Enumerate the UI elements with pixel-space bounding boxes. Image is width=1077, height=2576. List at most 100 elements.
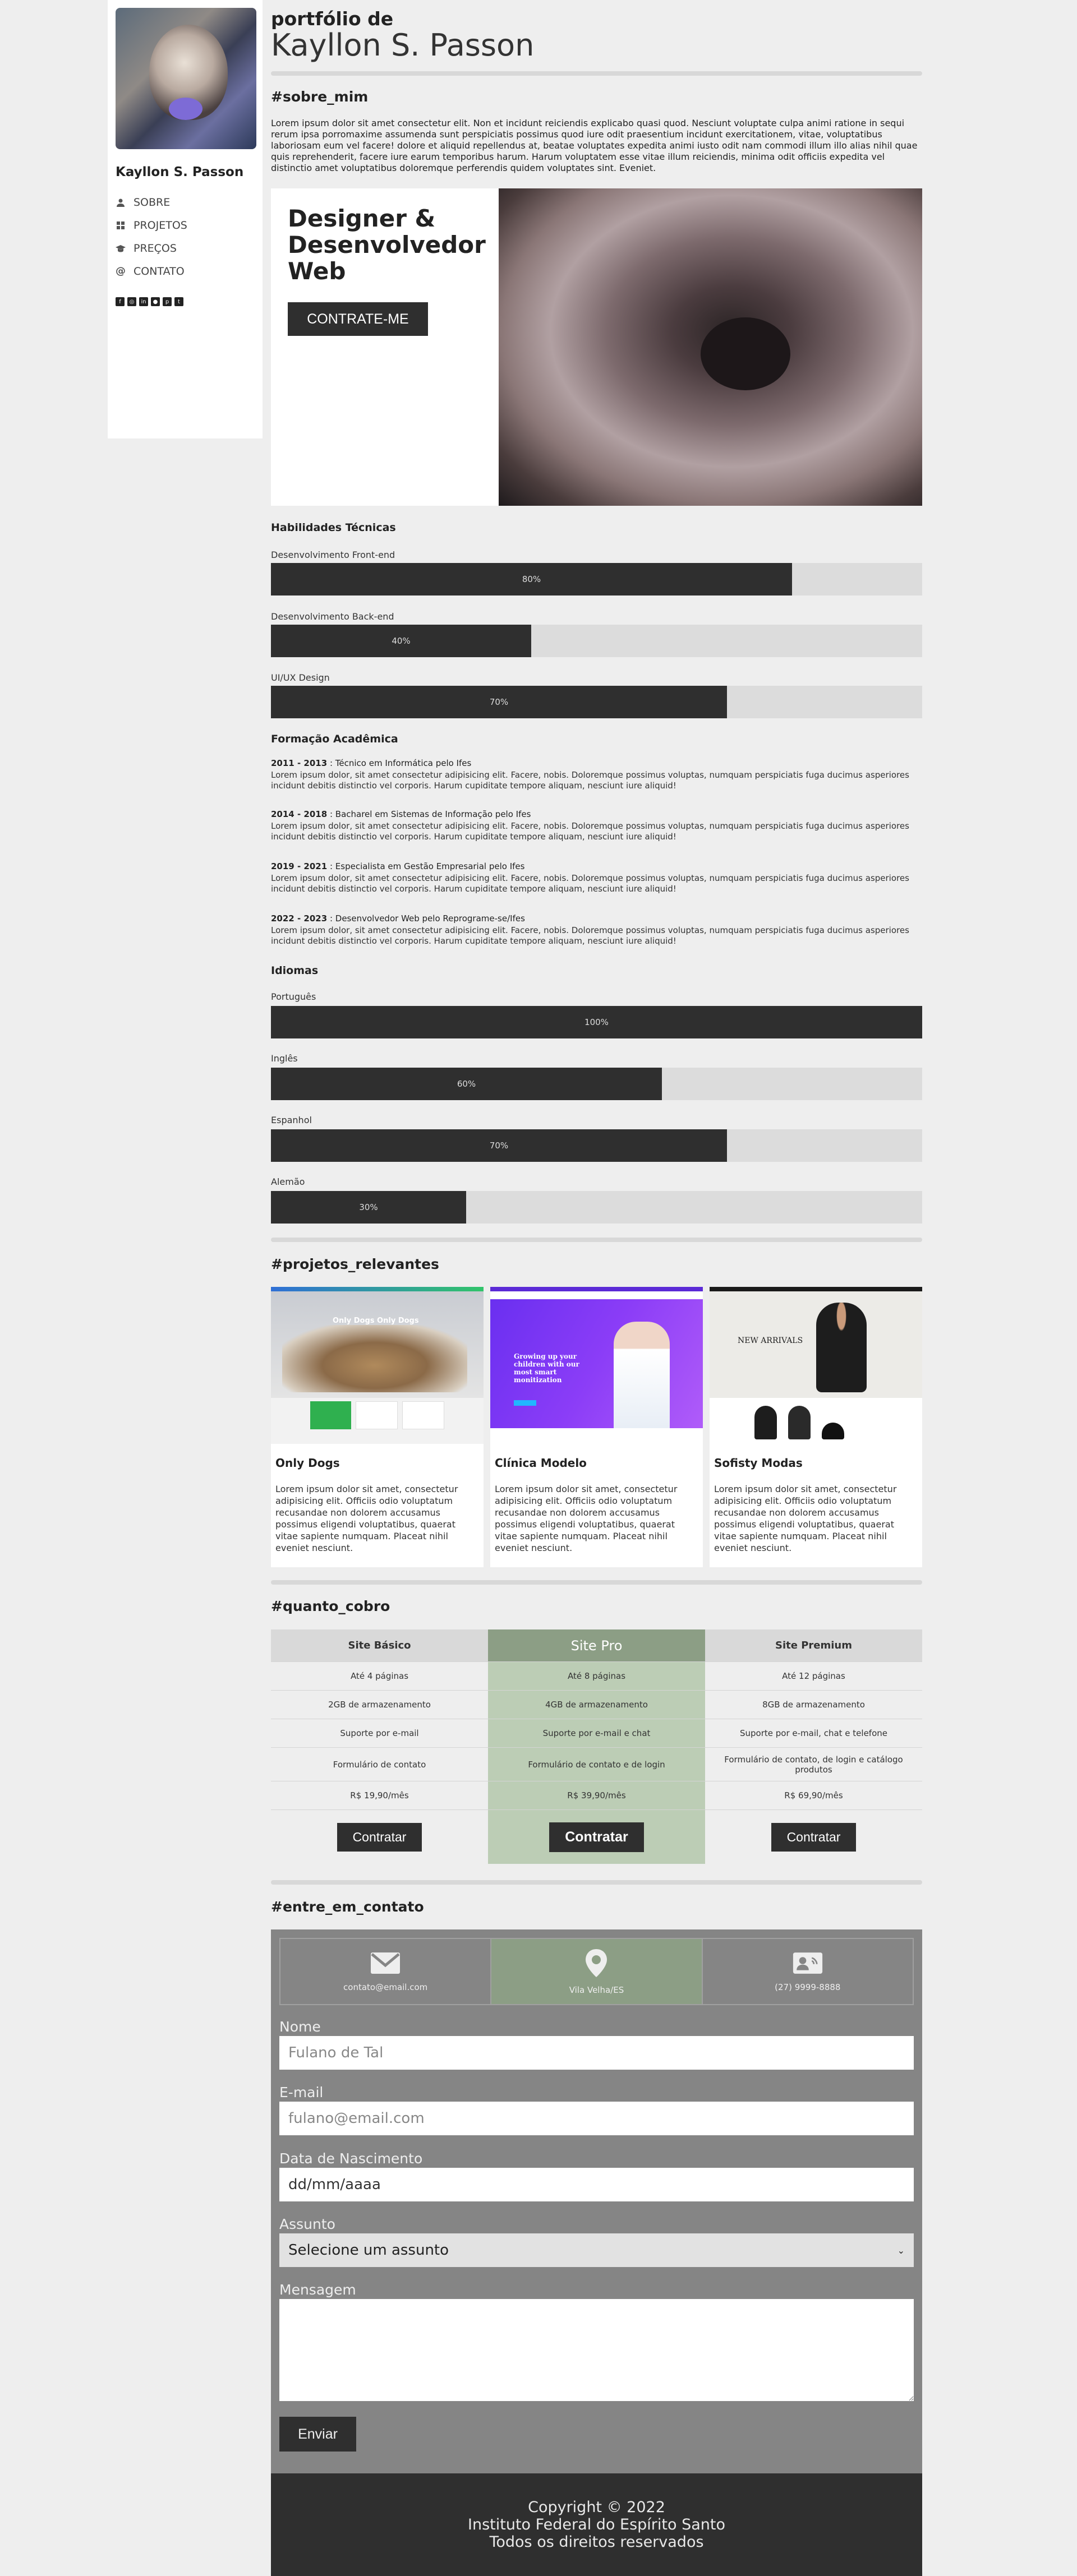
plan-feature: Até 8 páginas xyxy=(488,1662,705,1691)
education-text: Lorem ipsum dolor, sit amet consectetur … xyxy=(271,873,909,894)
hire-me-button[interactable]: CONTRATE-ME xyxy=(288,302,428,336)
sidebar-item-projetos[interactable]: PROJETOS xyxy=(116,214,255,237)
project-card-sofisty-modas[interactable]: NEW ARRIVALS Sofisty Modas Lorem ipsum d… xyxy=(710,1287,922,1567)
project-thumbnail: NEW ARRIVALS xyxy=(710,1287,922,1444)
skill-bar: 70% xyxy=(271,686,922,718)
hero-section: Designer & Desenvolvedor Web CONTRATE-ME xyxy=(271,188,922,506)
project-card-clinica-modelo[interactable]: Growing up your children with our most s… xyxy=(490,1287,703,1567)
email-field[interactable] xyxy=(279,2102,914,2135)
subject-label: Assunto xyxy=(279,2216,335,2232)
project-text: Lorem ipsum dolor sit amet, consectetur … xyxy=(495,1484,678,1553)
sidebar-item-label: CONTATO xyxy=(134,265,185,278)
plan-name: Site Premium xyxy=(705,1629,922,1662)
contact-location: Vila Velha/ES xyxy=(569,1985,624,1995)
skill-bar-fill: 40% xyxy=(271,625,531,657)
skill-label: Desenvolvimento Back-end xyxy=(271,611,394,622)
sidebar: Kayllon S. Passon SOBRE PROJETOS PREÇOS … xyxy=(108,0,263,438)
twitter-icon[interactable]: t xyxy=(174,297,183,306)
user-icon xyxy=(116,197,126,207)
plan-feature: 8GB de armazenamento xyxy=(705,1691,922,1719)
projects-heading: #projetos_relevantes xyxy=(271,1256,439,1272)
plan-feature: 2GB de armazenamento xyxy=(271,1691,488,1719)
footer-rights: Todos os direitos reservados xyxy=(489,2533,704,2551)
skills-heading: Habilidades Técnicas xyxy=(271,521,396,534)
message-label: Mensagem xyxy=(279,2282,356,2298)
plan-pro: Site Pro Até 8 páginas 4GB de armazename… xyxy=(488,1629,705,1864)
language-label: Espanhol xyxy=(271,1115,312,1125)
skill-bar: 40% xyxy=(271,625,922,657)
sidebar-item-contato[interactable]: @ CONTATO xyxy=(116,260,255,283)
language-bar: 30% xyxy=(271,1191,922,1224)
send-button[interactable]: Enviar xyxy=(279,2417,356,2452)
sidebar-item-label: PROJETOS xyxy=(134,219,187,232)
chevron-down-icon: ⌄ xyxy=(897,2245,905,2256)
education-title: : Técnico em Informática pelo Ifes xyxy=(329,758,472,768)
language-bar-fill: 70% xyxy=(271,1129,727,1162)
project-thumbnail: Only Dogs Only Dogs xyxy=(271,1287,484,1444)
social-links: f ◎ in ● p t xyxy=(116,297,255,306)
education-text: Lorem ipsum dolor, sit amet consectetur … xyxy=(271,925,909,946)
project-title: Clínica Modelo xyxy=(495,1456,587,1470)
plan-name: Site Básico xyxy=(271,1629,488,1662)
education-title: : Bacharel em Sistemas de Informação pel… xyxy=(329,809,531,819)
divider xyxy=(271,71,922,76)
main-content: portfólio de Kayllon S. Passon #sobre_mi… xyxy=(271,0,922,2576)
plan-price: R$ 39,90/mês xyxy=(488,1781,705,1810)
facebook-icon[interactable]: f xyxy=(116,297,125,306)
contract-pro-button[interactable]: Contratar xyxy=(549,1822,644,1852)
contact-location-card[interactable]: Vila Velha/ES xyxy=(491,1939,703,2004)
thumb-text: Growing up your children with our most s… xyxy=(514,1352,579,1384)
contact-phone-card[interactable]: (27) 9999-8888 xyxy=(703,1939,913,2004)
pinterest-icon[interactable]: p xyxy=(163,297,172,306)
education-title: : Desenvolvedor Web pelo Reprograme-se/I… xyxy=(329,913,525,924)
plan-feature: 4GB de armazenamento xyxy=(488,1691,705,1719)
contract-basic-button[interactable]: Contratar xyxy=(337,1822,422,1852)
footer-institution: Instituto Federal do Espírito Santo xyxy=(468,2516,725,2533)
subject-select[interactable]: Selecione um assunto ⌄ xyxy=(279,2233,914,2267)
linkedin-icon[interactable]: in xyxy=(139,297,148,306)
github-icon[interactable]: ● xyxy=(151,297,160,306)
contact-email-card[interactable]: contato@email.com xyxy=(280,1939,492,2004)
map-pin-icon xyxy=(586,1949,607,1977)
education-text: Lorem ipsum dolor, sit amet consectetur … xyxy=(271,770,909,791)
language-label: Português xyxy=(271,991,316,1002)
sidebar-item-precos[interactable]: PREÇOS xyxy=(116,237,255,260)
education-item: 2019 - 2021 : Especialista em Gestão Emp… xyxy=(271,861,922,894)
divider xyxy=(271,1880,922,1885)
birth-date-field[interactable]: dd/mm/aaaa xyxy=(279,2168,914,2201)
sidebar-item-sobre[interactable]: SOBRE xyxy=(116,191,255,214)
footer-copyright: Copyright © 2022 xyxy=(528,2499,665,2516)
contract-premium-button[interactable]: Contratar xyxy=(771,1822,857,1852)
message-field[interactable] xyxy=(279,2299,914,2401)
language-bar: 100% xyxy=(271,1006,922,1038)
language-bar: 70% xyxy=(271,1129,922,1162)
page-subtitle: portfólio de xyxy=(271,8,394,30)
grid-icon xyxy=(116,220,126,230)
instagram-icon[interactable]: ◎ xyxy=(127,297,136,306)
divider xyxy=(271,1238,922,1242)
hero-title: Designer & Desenvolvedor Web xyxy=(288,205,486,285)
education-text: Lorem ipsum dolor, sit amet consectetur … xyxy=(271,821,909,842)
project-text: Lorem ipsum dolor sit amet, consectetur … xyxy=(714,1484,897,1553)
plan-feature: Suporte por e-mail e chat xyxy=(488,1719,705,1748)
graduation-cap-icon xyxy=(116,243,126,253)
at-icon: @ xyxy=(116,265,126,277)
about-heading: #sobre_mim xyxy=(271,89,369,105)
plan-feature: Até 12 páginas xyxy=(705,1662,922,1691)
project-card-only-dogs[interactable]: Only Dogs Only Dogs Only Dogs Lorem ipsu… xyxy=(271,1287,484,1567)
plan-feature: Até 4 páginas xyxy=(271,1662,488,1691)
skill-bar-fill: 80% xyxy=(271,563,792,595)
plan-basic: Site Básico Até 4 páginas 2GB de armazen… xyxy=(271,1629,488,1864)
language-bar-fill: 100% xyxy=(271,1006,922,1038)
divider xyxy=(271,1580,922,1585)
education-years: 2022 - 2023 xyxy=(271,913,328,924)
contact-heading: #entre_em_contato xyxy=(271,1899,424,1915)
hero-dog-photo xyxy=(499,188,922,506)
footer: Copyright © 2022 Instituto Federal do Es… xyxy=(271,2473,922,2576)
language-bar-fill: 60% xyxy=(271,1068,662,1100)
name-field[interactable] xyxy=(279,2036,914,2070)
education-title: : Especialista em Gestão Empresarial pel… xyxy=(329,861,525,871)
contact-phone: (27) 9999-8888 xyxy=(775,1982,841,1992)
plan-feature: Formulário de contato, de login e catálo… xyxy=(705,1748,922,1781)
birth-date-label: Data de Nascimento xyxy=(279,2150,423,2167)
